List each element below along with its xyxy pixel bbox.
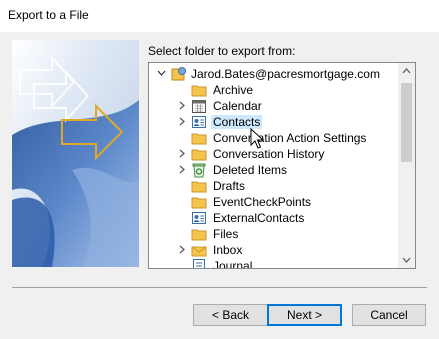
folder-icon [191,229,207,241]
chevron-right-icon[interactable] [178,149,187,158]
tree-item-label: ExternalContacts [213,211,305,225]
folder-icon [191,181,207,193]
tree-item-label: Files [213,227,239,241]
tree-item-files[interactable]: Files [149,226,397,242]
folder-tree-list: Jarod.Bates@pacresmortgage.com Archive C… [149,63,397,268]
title-bar: Export to a File [0,0,439,32]
chevron-right-icon[interactable] [178,165,187,174]
tree-item-inbox[interactable]: Inbox [149,242,397,258]
wizard-illustration [12,40,139,267]
back-button[interactable]: < Back [193,304,268,326]
mouse-cursor-icon [250,128,264,149]
tree-item-label: EventCheckPoints [213,195,312,209]
tree-item-journal[interactable]: Journal [149,258,397,268]
tree-item-label: Inbox [213,243,243,257]
window-title: Export to a File [8,8,89,22]
tree-item-label: Calendar [213,99,262,113]
tree-item-label: Journal [213,259,253,268]
tree-item-externalcontacts[interactable]: ExternalContacts [149,210,397,226]
mailbox-icon [171,67,186,81]
tree-item-label: Deleted Items [213,163,288,177]
inbox-icon [191,246,207,257]
folder-icon [191,197,207,209]
folder-icon [191,149,207,161]
button-separator [12,287,427,288]
folder-icon [191,85,207,97]
chevron-down-icon[interactable] [157,69,166,78]
chevron-right-icon[interactable] [178,245,187,254]
scroll-up-icon[interactable] [402,67,411,76]
tree-item-label: Contacts [211,115,263,129]
scroll-down-icon[interactable] [402,255,411,264]
calendar-icon [192,100,206,113]
folder-icon [191,133,207,145]
tree-item-drafts[interactable]: Drafts [149,178,397,194]
next-button[interactable]: Next > [267,304,342,326]
contacts-icon [192,212,206,224]
tree-root[interactable]: Jarod.Bates@pacresmortgage.com [149,66,397,82]
contacts-icon [192,116,206,128]
tree-item-conversation-history[interactable]: Conversation History [149,146,397,162]
tree-item-label: Conversation History [213,147,325,161]
tree-scrollbar[interactable] [398,63,415,268]
tree-item-eventcheckpoints[interactable]: EventCheckPoints [149,194,397,210]
tree-root-label: Jarod.Bates@pacresmortgage.com [191,67,380,81]
chevron-right-icon[interactable] [178,101,187,110]
folder-tree[interactable]: Jarod.Bates@pacresmortgage.com Archive C… [148,62,416,269]
folder-prompt-label: Select folder to export from: [148,44,296,58]
tree-item-deleted-items[interactable]: Deleted Items [149,162,397,178]
tree-item-label: Conversation Action Settings [213,131,367,145]
tree-item-archive[interactable]: Archive [149,82,397,98]
recycle-bin-icon [192,163,206,178]
chevron-right-icon[interactable] [178,117,187,126]
cancel-button[interactable]: Cancel [352,304,426,326]
tree-item-label: Drafts [213,179,246,193]
journal-icon [193,259,205,268]
scrollbar-thumb[interactable] [401,83,412,162]
tree-item-contacts[interactable]: Contacts [149,114,397,130]
tree-item-calendar[interactable]: Calendar [149,98,397,114]
tree-item-label: Archive [213,83,254,97]
tree-item-conversation-action-settings[interactable]: Conversation Action Settings [149,130,397,146]
